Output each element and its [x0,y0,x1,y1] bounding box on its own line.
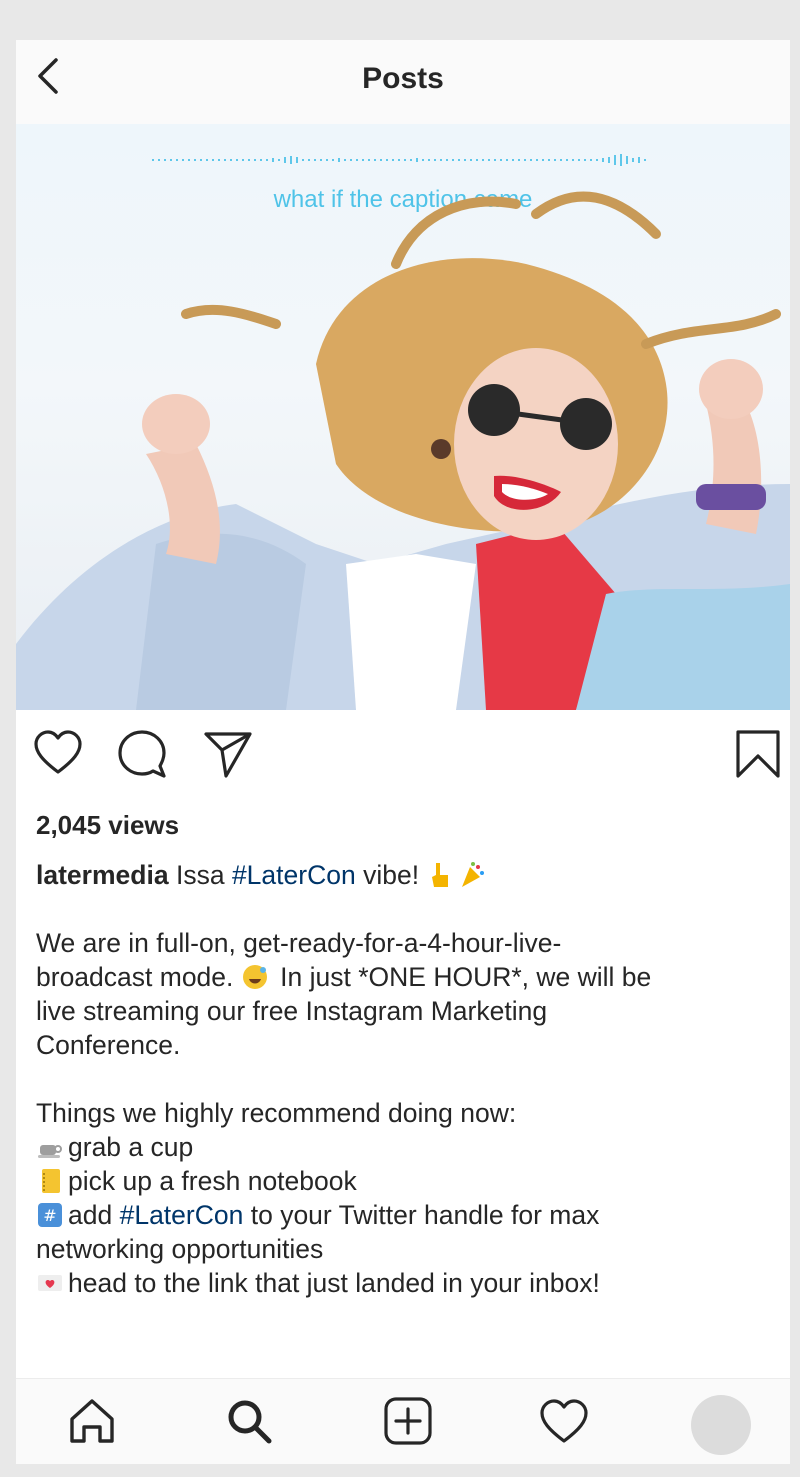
post-actions-bar [16,728,790,784]
hash-keycap-emoji-icon: # [38,1203,62,1227]
list-item: # add #LaterCon to your Twitter handle fo… [36,1198,776,1232]
caption-first-line: latermedia Issa #LaterCon vibe! [36,858,776,892]
list-item: head to the link that just landed in you… [36,1266,776,1300]
grinning-sweat-emoji-icon [242,965,267,989]
coffee-cup-emoji-icon [38,1145,62,1158]
share-icon[interactable] [202,728,254,780]
bookmark-icon[interactable] [732,728,784,780]
post-image[interactable]: what if the caption came [16,124,790,710]
hashtag-link[interactable]: #LaterCon [232,860,356,890]
comment-icon[interactable] [116,728,168,780]
username-link[interactable]: latermedia [36,860,169,890]
hashtag-link[interactable]: #LaterCon [120,1200,244,1230]
search-icon[interactable] [221,1393,277,1449]
page-title: Posts [362,62,444,95]
heart-icon[interactable] [32,728,84,780]
list-item: pick up a fresh notebook [36,1164,776,1198]
party-popper-emoji-icon [462,862,485,887]
post-caption: latermedia Issa #LaterCon vibe! We are i… [36,858,776,1300]
add-post-icon[interactable] [380,1393,436,1449]
love-letter-emoji-icon [38,1275,62,1291]
views-count: 2,045 views [36,810,180,840]
top-bar: Posts [16,40,790,124]
profile-avatar[interactable] [691,1395,751,1455]
list-item: grab a cup [36,1130,776,1164]
home-icon[interactable] [64,1393,120,1449]
notebook-emoji-icon [42,1169,60,1193]
bottom-nav [16,1378,790,1464]
phone-screen: Posts what if the caption came 2,045 vie… [16,40,790,1464]
activity-heart-icon[interactable] [536,1393,592,1449]
pointing-hand-emoji-icon [432,863,449,887]
svg-text:#: # [43,1206,56,1225]
woman-photo-illustration [16,191,790,710]
